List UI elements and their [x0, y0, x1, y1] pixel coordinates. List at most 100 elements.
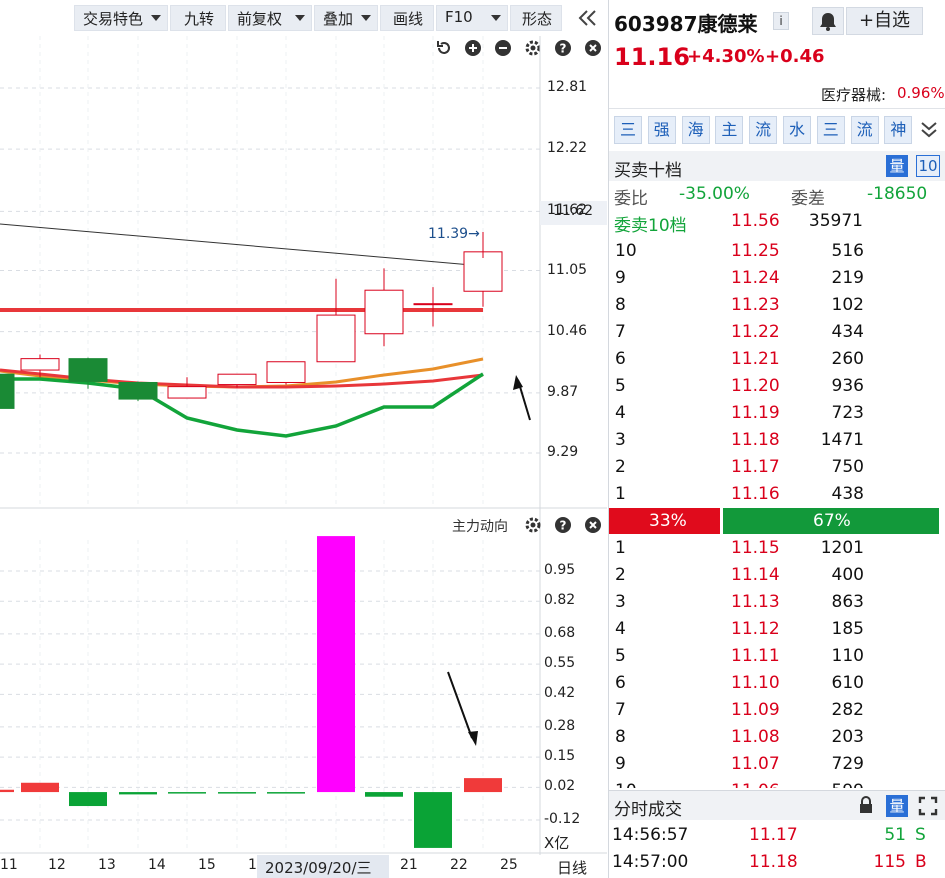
bid-level: 8: [615, 727, 626, 747]
ask-row[interactable]: 2 11.17 750: [609, 454, 945, 481]
indicator-close-icon[interactable]: [584, 516, 602, 534]
bid-row[interactable]: 7 11.09 282: [609, 697, 945, 724]
bid-volume: 282: [831, 700, 864, 720]
candle-body[interactable]: [20, 358, 60, 371]
indicator-bar[interactable]: [0, 789, 14, 793]
candle-body[interactable]: [68, 358, 108, 382]
candle-body[interactable]: [413, 303, 453, 306]
feature-button[interactable]: 流: [850, 116, 879, 144]
expand-down-icon[interactable]: [917, 116, 941, 144]
indicator-tick-label: 0.28: [544, 717, 576, 734]
candle-body[interactable]: [316, 314, 356, 363]
candle-body[interactable]: [364, 289, 404, 335]
bell-icon[interactable]: [812, 7, 844, 35]
candle-body[interactable]: [118, 381, 158, 400]
ask-row[interactable]: 4 11.19 723: [609, 400, 945, 427]
feature-button[interactable]: 主: [715, 116, 744, 144]
chart-area[interactable]: 交易特色 九转 前复权 叠加 画线 F10 形态 ? 12.81 12.22 11.62 11.0…: [0, 0, 607, 878]
bid-level: 2: [615, 565, 626, 585]
indicator-bar[interactable]: [267, 792, 305, 794]
ask-volume: 516: [831, 241, 864, 261]
date-tick-label: 14: [148, 857, 166, 873]
bid-row[interactable]: 9 11.07 729: [609, 751, 945, 778]
date-tick-label: 1: [248, 857, 257, 873]
bid-row[interactable]: 4 11.12 185: [609, 616, 945, 643]
candlestick-chart[interactable]: [0, 0, 607, 878]
sector-label[interactable]: 医疗器械:: [821, 84, 886, 105]
bid-row[interactable]: 10 11.06 599: [609, 778, 945, 788]
indicator-bar[interactable]: [365, 792, 403, 797]
trade-volume: 51: [884, 825, 906, 845]
bid-volume: 1201: [820, 538, 864, 558]
expand-icon[interactable]: [918, 796, 938, 816]
bid-level: 5: [615, 646, 626, 666]
bid-price: 11.09: [731, 700, 780, 720]
indicator-bar[interactable]: [317, 536, 355, 793]
trade-row[interactable]: 14:57:00 11.18 115 B: [609, 849, 945, 876]
ask-volume: 434: [831, 322, 864, 342]
bid-volume: 610: [831, 673, 864, 693]
ask-row[interactable]: 3 11.18 1471: [609, 427, 945, 454]
bid-row[interactable]: 3 11.13 863: [609, 589, 945, 616]
period-label[interactable]: 日线: [557, 857, 587, 878]
bid-row[interactable]: 6 11.10 610: [609, 670, 945, 697]
candle-body[interactable]: [266, 361, 306, 383]
feature-button[interactable]: 水: [783, 116, 811, 144]
arrow-annotation-2: [447, 671, 473, 739]
feature-button[interactable]: 三: [816, 116, 845, 144]
bid-level: 4: [615, 619, 626, 639]
bid-price: 11.06: [731, 781, 780, 788]
indicator-bar[interactable]: [464, 778, 502, 793]
feature-button[interactable]: 强: [647, 116, 676, 144]
ask-price: 11.20: [731, 376, 780, 396]
ask-price: 11.25: [731, 241, 780, 261]
feature-button[interactable]: 神: [884, 116, 913, 144]
feature-button[interactable]: 流: [749, 116, 778, 144]
indicator-help-icon[interactable]: ?: [554, 516, 572, 534]
sell10-vol: 35971: [808, 211, 863, 231]
lock-icon[interactable]: [856, 795, 876, 815]
bid-level: 3: [615, 592, 626, 612]
feature-button[interactable]: 海: [681, 116, 710, 144]
ask-level: 7: [615, 322, 626, 342]
qty-toggle-button[interactable]: 量: [886, 155, 908, 177]
ask-row[interactable]: 10 11.25 516: [609, 238, 945, 265]
indicator-settings-icon[interactable]: [524, 516, 542, 534]
indicator-bar[interactable]: [69, 792, 107, 807]
price-tick-label: 9.87: [547, 383, 579, 400]
feature-button[interactable]: 三: [614, 116, 642, 144]
candle-body[interactable]: [217, 373, 257, 386]
ask-row[interactable]: 5 11.20 936: [609, 373, 945, 400]
ask-row[interactable]: 8 11.23 102: [609, 292, 945, 319]
bid-row[interactable]: 2 11.14 400: [609, 562, 945, 589]
indicator-tick-label: 0.42: [544, 685, 576, 702]
ask-row[interactable]: 6 11.21 260: [609, 346, 945, 373]
ten-level-button[interactable]: 10: [916, 155, 940, 177]
bid-row[interactable]: 8 11.08 203: [609, 724, 945, 751]
trade-row[interactable]: 14:56:57 11.17 51 S: [609, 822, 945, 849]
orderbook-title: 买卖十档: [614, 161, 682, 181]
indicator-bar[interactable]: [168, 792, 206, 794]
bid-row[interactable]: 1 11.15 1201: [609, 535, 945, 562]
candle-body[interactable]: [0, 373, 15, 409]
info-icon[interactable]: i: [773, 12, 789, 30]
add-watchlist-button[interactable]: +自选: [846, 7, 923, 35]
quote-panel: 603987康德莱 i +自选 11.16 +4.30% +0.46 医疗器械:…: [608, 0, 945, 878]
trades-qty-button[interactable]: 量: [886, 795, 908, 817]
trades-title: 分时成交: [614, 800, 682, 820]
price-tick-label: 9.29: [547, 444, 579, 460]
ask-row[interactable]: 7 11.22 434: [609, 319, 945, 346]
ask-row[interactable]: 1 11.16 438: [609, 481, 945, 508]
bid-volume: 400: [831, 565, 864, 585]
indicator-bar[interactable]: [21, 782, 59, 793]
ask-row[interactable]: 9 11.24 219: [609, 265, 945, 292]
indicator-bar[interactable]: [218, 792, 256, 794]
indicator-bar[interactable]: [119, 792, 157, 795]
ask-price: 11.22: [731, 322, 780, 342]
buy-ratio-label: 67%: [813, 511, 851, 531]
candle-body[interactable]: [167, 386, 207, 399]
weibi-label: 委比: [614, 189, 648, 209]
indicator-bar[interactable]: [414, 792, 452, 848]
bid-row[interactable]: 5 11.11 110: [609, 643, 945, 670]
trade-side: S: [915, 825, 926, 845]
